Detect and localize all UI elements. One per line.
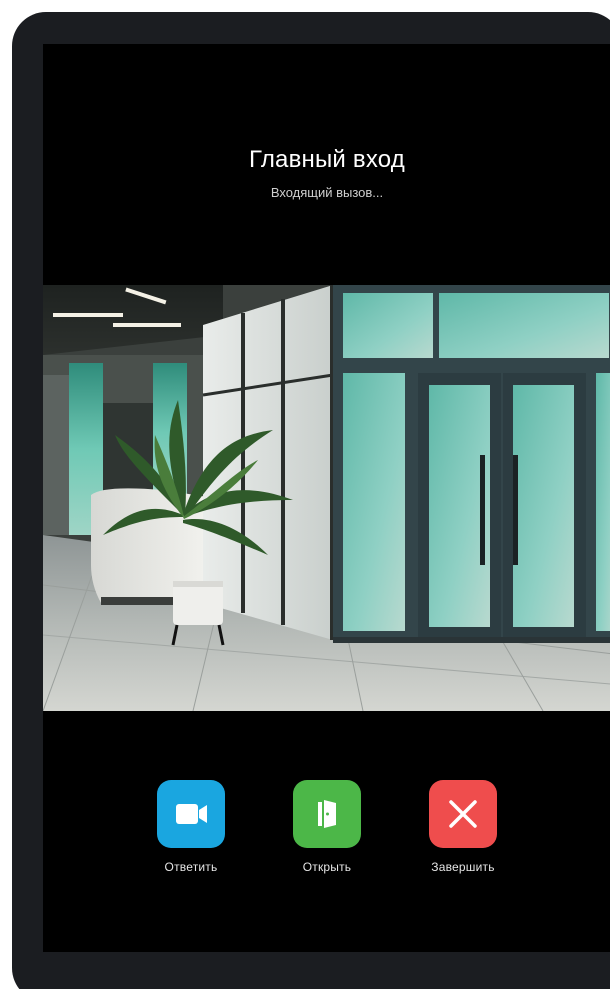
close-icon	[449, 800, 477, 828]
camera-feed-image	[43, 285, 610, 711]
call-screen: Главный вход Входящий вызов... Ответить …	[43, 44, 610, 952]
end-label: Завершить	[431, 860, 495, 874]
intercom-device: Главный вход Входящий вызов... Ответить …	[12, 12, 610, 989]
call-status: Входящий вызов...	[270, 185, 384, 200]
video-camera-icon	[176, 804, 207, 824]
end-action: Завершить	[403, 780, 523, 874]
answer-label: Ответить	[164, 860, 218, 874]
end-call-button[interactable]	[429, 780, 497, 848]
door-open-icon	[318, 800, 336, 828]
answer-action: Ответить	[131, 780, 251, 874]
open-door-button[interactable]	[293, 780, 361, 848]
open-label: Открыть	[302, 860, 352, 874]
open-action: Открыть	[267, 780, 387, 874]
answer-button[interactable]	[157, 780, 225, 848]
call-title: Главный вход	[248, 146, 406, 173]
